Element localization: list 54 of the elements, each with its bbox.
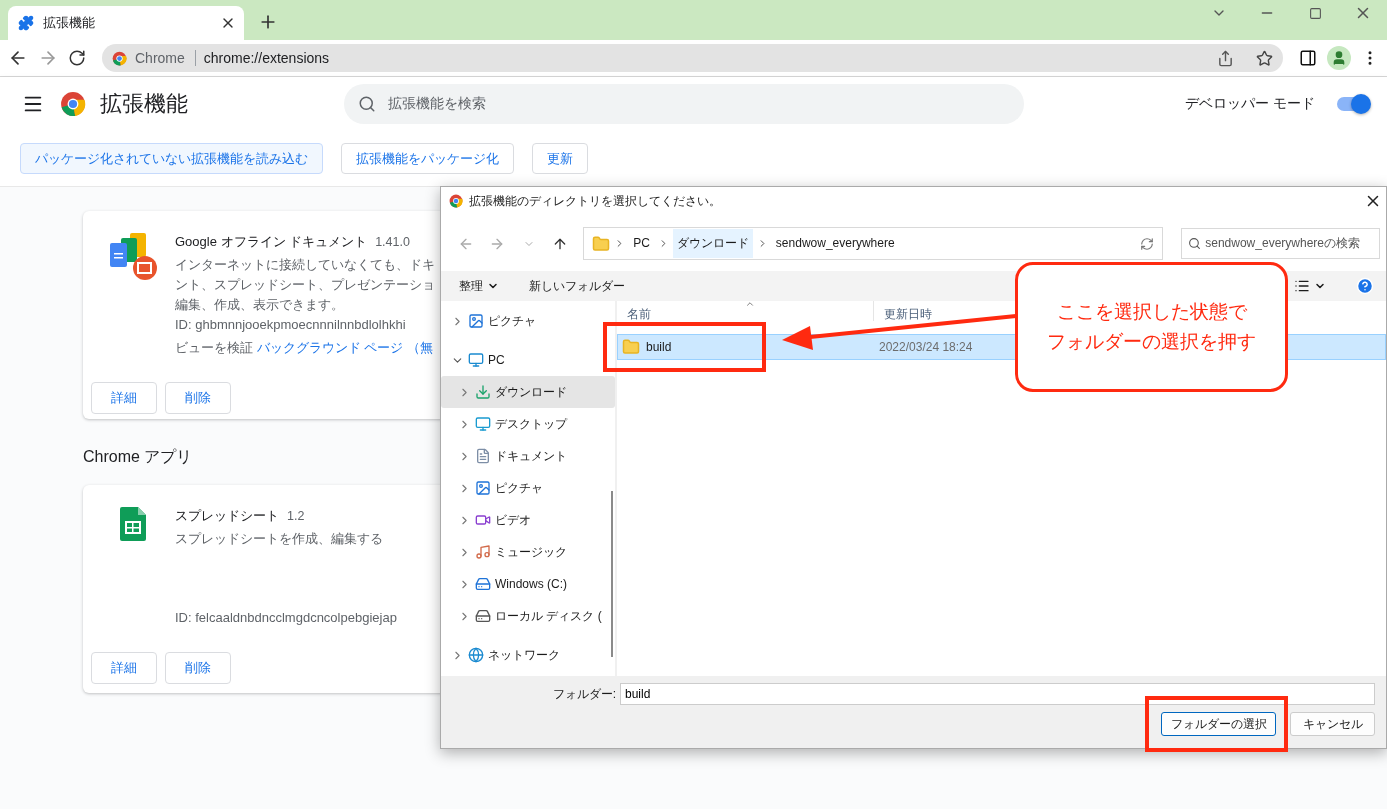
extension-description: インターネットに接続していなくても、ドキ bbox=[175, 256, 435, 274]
command-button[interactable]: 新しいフォルダー bbox=[529, 277, 625, 295]
nav-item[interactable]: Windows (C:) bbox=[441, 568, 615, 600]
url-text: chrome://extensions bbox=[203, 50, 331, 66]
action-button[interactable]: パッケージ化されていない拡張機能を読み込む bbox=[20, 143, 323, 174]
extension-version: 1.41.0 bbox=[375, 235, 410, 249]
command-button[interactable]: 整理 bbox=[459, 277, 499, 295]
breadcrumb-item[interactable]: sendwow_everywhere bbox=[771, 229, 899, 258]
select-folder-button[interactable]: フォルダーの選択 bbox=[1161, 712, 1276, 736]
extension-description: 編集、作成、表示できます。 bbox=[175, 296, 344, 314]
file-name: build bbox=[646, 340, 672, 354]
section-heading: Chrome アプリ bbox=[83, 447, 193, 467]
action-button[interactable]: 拡張機能をパッケージ化 bbox=[341, 143, 514, 174]
extension-version: 1.2 bbox=[287, 509, 305, 523]
nav-item[interactable]: ネットワーク bbox=[441, 639, 615, 671]
inspect-views-label: ビューを検証 bbox=[175, 340, 253, 355]
extension-id: ID: ghbmnnjooekpmoecnnnilnnbdlolhkhi bbox=[175, 316, 406, 334]
nav-item[interactable]: ダウンロード bbox=[441, 376, 615, 408]
extension-description: ント、スプレッドシート、プレゼンテーショ bbox=[175, 276, 435, 294]
details-button[interactable]: 詳細 bbox=[91, 652, 157, 684]
cancel-button[interactable]: キャンセル bbox=[1290, 712, 1375, 736]
developer-mode-label: デベロッパー モード bbox=[1185, 95, 1315, 113]
page-title: 拡張機能 bbox=[100, 90, 189, 118]
action-button[interactable]: 更新 bbox=[532, 143, 588, 174]
nav-item[interactable]: デスクトップ bbox=[441, 408, 615, 440]
search-field[interactable]: sendwow_everywhereの検索 bbox=[1181, 228, 1380, 259]
breadcrumb-item[interactable]: PC bbox=[629, 229, 654, 258]
tab-title: 拡張機能 bbox=[43, 14, 96, 32]
nav-item[interactable]: ピクチャ bbox=[441, 305, 615, 337]
remove-button[interactable]: 削除 bbox=[165, 652, 231, 684]
background-page-link[interactable]: バックグラウンド ページ bbox=[256, 340, 404, 355]
nav-item[interactable]: ビデオ bbox=[441, 504, 615, 536]
details-button[interactable]: 詳細 bbox=[91, 382, 157, 414]
folder-label: フォルダー: bbox=[552, 685, 616, 703]
breadcrumb-item[interactable]: ダウンロード bbox=[672, 229, 753, 258]
browser-tab[interactable]: 拡張機能 bbox=[8, 6, 244, 40]
extension-name: Google オフライン ドキュメント bbox=[175, 233, 368, 251]
address-field[interactable]: PC ダウンロード sendwow_everywhere bbox=[583, 227, 1164, 260]
nav-item[interactable]: ドキュメント bbox=[441, 440, 615, 472]
nav-item[interactable]: PC bbox=[441, 344, 615, 376]
nav-item[interactable]: ピクチャ bbox=[441, 472, 615, 504]
file-date: 2022/03/24 18:24 bbox=[878, 340, 973, 354]
search-field[interactable]: 拡張機能を検索 bbox=[344, 84, 1024, 124]
nav-item[interactable]: ミュージック bbox=[441, 536, 615, 568]
nav-item[interactable]: ローカル ディスク ( bbox=[441, 600, 615, 632]
extension-id: ID: felcaaldnbdncclmgdcncolpebgiejap bbox=[175, 609, 397, 627]
background-page-note[interactable]: （無 bbox=[406, 340, 433, 355]
callout-text: ここを選択した状態で bbox=[1056, 300, 1247, 324]
address-bar[interactable]: Chrome chrome://extensions bbox=[102, 44, 1283, 72]
extension-name: スプレッドシート bbox=[175, 507, 279, 525]
remove-button[interactable]: 削除 bbox=[165, 382, 231, 414]
folder-input[interactable]: build bbox=[620, 683, 1375, 705]
extension-description: スプレッドシートを作成、編集する bbox=[175, 530, 383, 548]
dialog-title: 拡張機能のディレクトリを選択してください。 bbox=[469, 192, 722, 210]
